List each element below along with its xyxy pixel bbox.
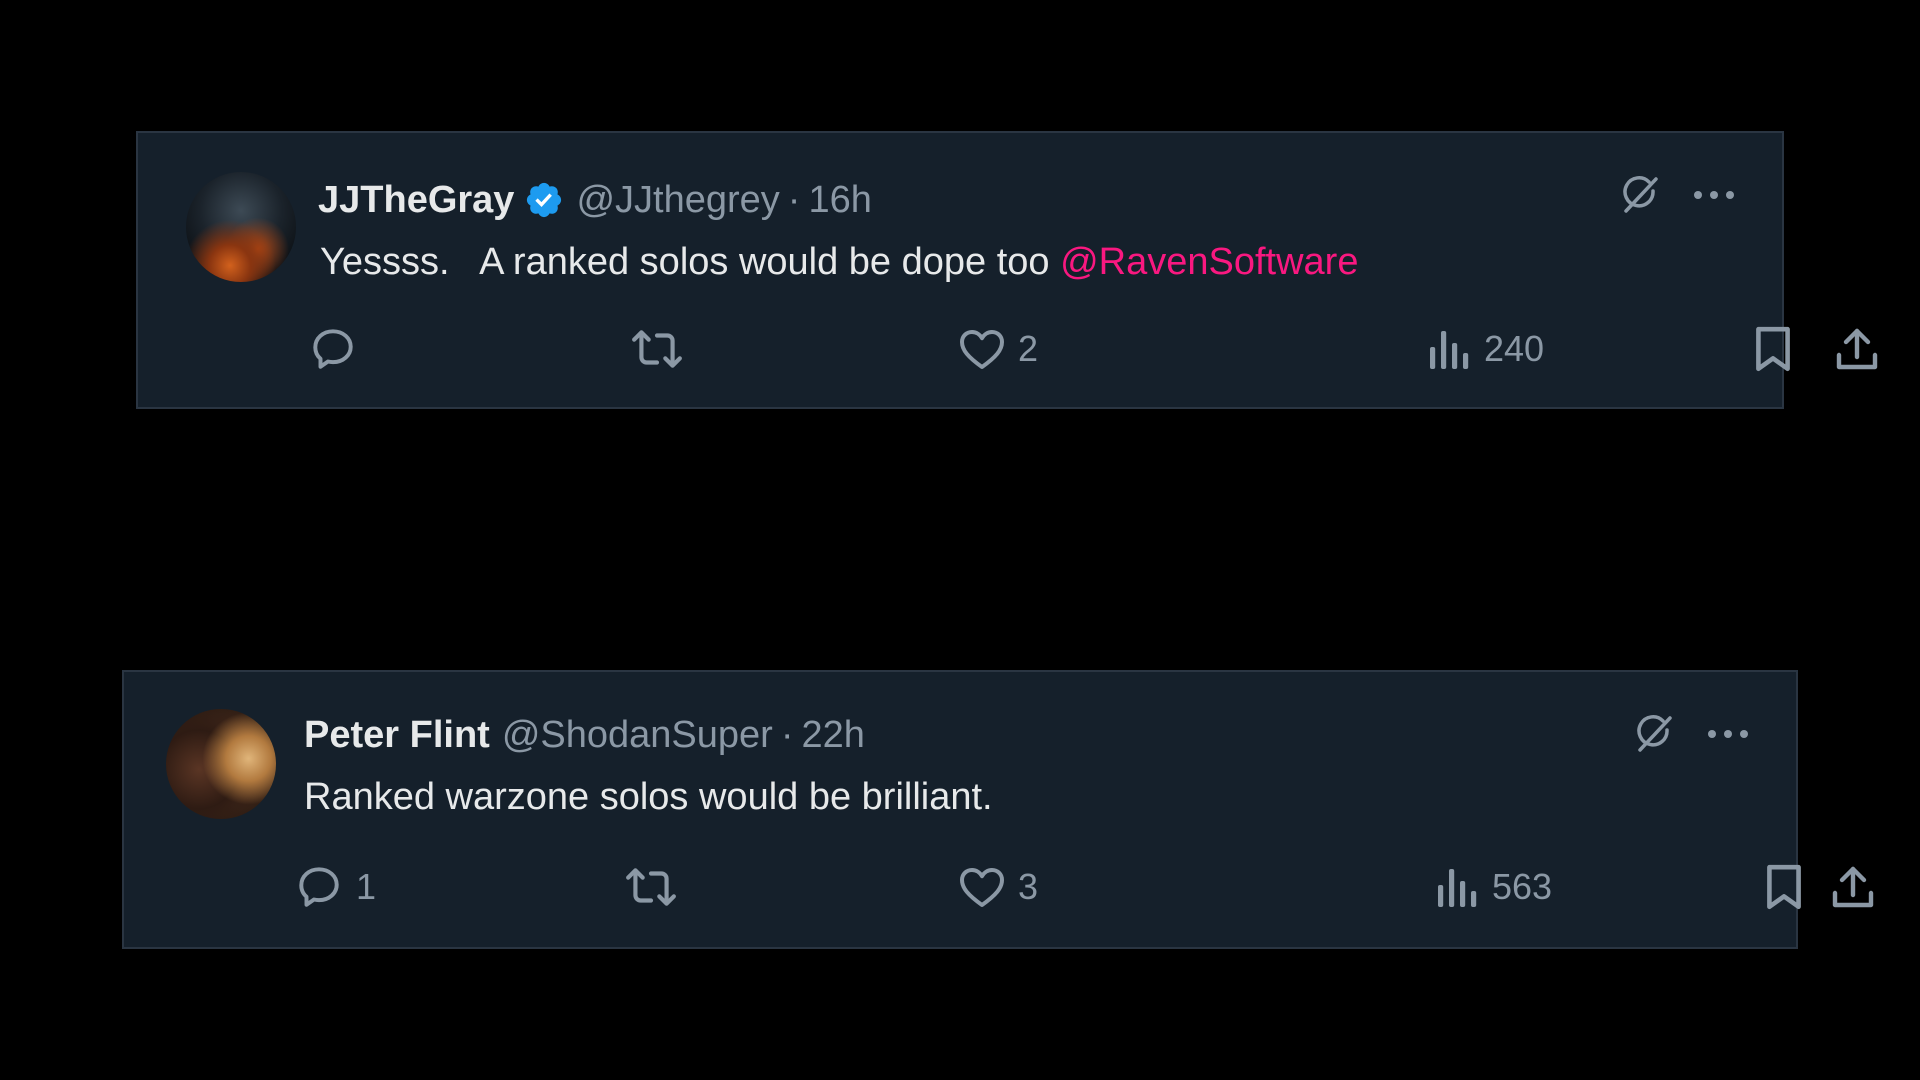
like-button[interactable]: 3 xyxy=(958,857,1038,917)
tweet-text-body: Yessss. A ranked solos would be dope too xyxy=(320,241,1061,283)
like-icon xyxy=(958,326,1006,372)
view-count: 563 xyxy=(1492,866,1553,907)
retweet-button[interactable] xyxy=(624,857,690,917)
tweet-text: Yessss. A ranked solos would be dope too… xyxy=(320,239,1358,285)
display-name[interactable]: Peter Flint xyxy=(304,712,490,758)
like-button[interactable]: 2 xyxy=(958,319,1038,379)
retweet-button[interactable] xyxy=(630,319,696,379)
like-count: 3 xyxy=(1018,866,1039,907)
views-icon xyxy=(1428,327,1472,371)
verified-badge-icon[interactable] xyxy=(524,180,564,220)
like-icon xyxy=(958,864,1006,910)
reply-button[interactable]: 1 xyxy=(294,857,376,917)
tweet-card[interactable]: JJTheGray @JJthegrey · 16h Yessss. A ran… xyxy=(136,131,1878,409)
tweet-header: JJTheGray @JJthegrey · 16h xyxy=(318,177,872,223)
bookmark-icon xyxy=(1751,324,1795,374)
display-name[interactable]: JJTheGray xyxy=(318,177,514,223)
tweet-actions: 2 240 xyxy=(308,319,1878,379)
share-icon xyxy=(1833,325,1881,373)
tweet-text: Ranked warzone solos would be brilliant. xyxy=(304,774,993,820)
like-count: 2 xyxy=(1018,328,1039,369)
reply-button[interactable] xyxy=(308,319,370,379)
views-icon xyxy=(1436,865,1480,909)
separator: · xyxy=(787,179,801,221)
grok-icon[interactable] xyxy=(1626,706,1682,762)
bookmark-button[interactable] xyxy=(1751,319,1795,379)
reply-count: 1 xyxy=(356,866,377,907)
tweet-header: Peter Flint @ShodanSuper · 22h xyxy=(304,712,865,758)
reply-icon xyxy=(308,324,358,374)
view-count: 240 xyxy=(1484,328,1545,369)
avatar[interactable] xyxy=(166,709,276,819)
bookmark-button[interactable] xyxy=(1762,857,1806,917)
tweet-top-actions xyxy=(1608,706,1756,762)
retweet-icon xyxy=(624,862,678,912)
avatar[interactable] xyxy=(186,172,296,282)
share-button[interactable] xyxy=(1829,857,1877,917)
reply-icon xyxy=(294,862,344,912)
tweet-text-body: Ranked warzone solos would be brilliant. xyxy=(304,776,993,818)
grok-icon[interactable] xyxy=(1612,167,1668,223)
tweet-card[interactable]: Peter Flint @ShodanSuper · 22h Ranked wa… xyxy=(122,670,1874,949)
tweet-top-actions xyxy=(1594,167,1742,223)
timestamp[interactable]: 22h xyxy=(801,712,864,758)
more-icon[interactable] xyxy=(1700,706,1756,762)
mention-link[interactable]: @RavenSoftware xyxy=(1060,241,1358,283)
views-button[interactable]: 563 xyxy=(1436,857,1552,917)
more-icon[interactable] xyxy=(1686,167,1742,223)
retweet-icon xyxy=(630,324,684,374)
separator: · xyxy=(780,714,794,756)
handle[interactable]: @ShodanSuper xyxy=(502,712,773,758)
share-button[interactable] xyxy=(1833,319,1881,379)
timestamp[interactable]: 16h xyxy=(808,177,871,223)
tweet-actions: 1 3 563 xyxy=(294,857,1874,917)
handle[interactable]: @JJthegrey xyxy=(576,177,779,223)
bookmark-icon xyxy=(1762,862,1806,912)
share-icon xyxy=(1829,863,1877,911)
views-button[interactable]: 240 xyxy=(1428,319,1544,379)
